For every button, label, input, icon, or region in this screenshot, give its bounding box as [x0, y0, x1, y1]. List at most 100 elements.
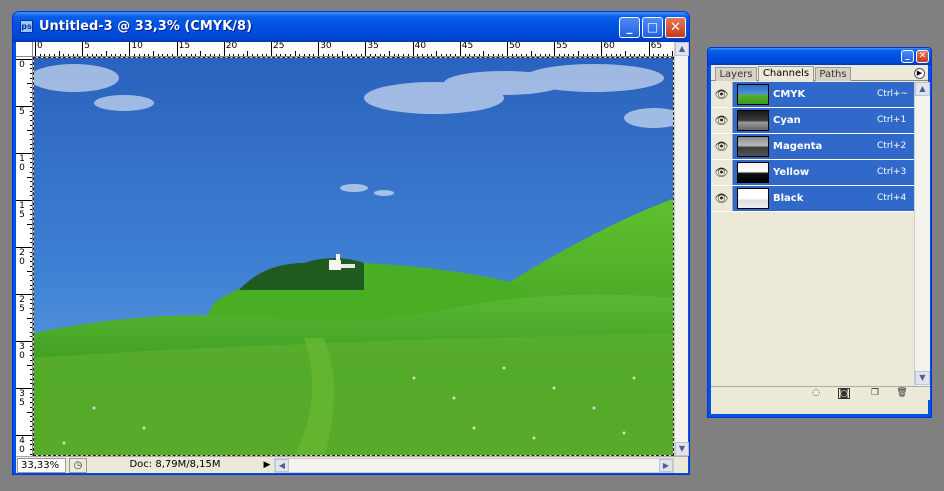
ruler-label: 5: [19, 107, 25, 117]
document-window[interactable]: ps Untitled-3 @ 33,3% (CMYK/8) _ □ ✕ 0 5 1…: [12, 11, 690, 475]
delete-channel-icon[interactable]: 🗑: [896, 388, 908, 399]
ruler-tick: [223, 42, 225, 56]
ruler-tick: [459, 42, 461, 56]
channel-name: Magenta: [773, 141, 823, 152]
ruler-label: 10: [131, 42, 143, 51]
channel-name: Black: [773, 193, 804, 204]
ruler-label: 65: [650, 42, 663, 51]
ruler-label: 20: [19, 248, 25, 267]
channels-palette[interactable]: _ ✕ Layers Channels Paths ▶ 👁 CMYK Ctrl+…: [707, 47, 932, 418]
scroll-up-icon[interactable]: ▲: [675, 42, 689, 56]
ruler-label: 40: [19, 436, 25, 455]
ruler-label: 15: [19, 201, 25, 220]
ruler-label: 25: [19, 295, 25, 314]
visibility-eye-icon[interactable]: 👁: [711, 186, 733, 211]
channel-shortcut: Ctrl+~: [877, 89, 909, 99]
ruler-tick: [648, 42, 650, 56]
status-options-icon[interactable]: ◷: [69, 458, 87, 473]
palette-title-bar[interactable]: _ ✕: [708, 48, 931, 65]
close-icon[interactable]: ✕: [665, 17, 686, 38]
scroll-right-icon[interactable]: ▶: [659, 459, 673, 472]
ruler-tick: [318, 42, 320, 56]
palette-tabs: Layers Channels Paths ▶: [711, 65, 928, 82]
status-menu-arrow-icon[interactable]: ▶: [262, 459, 272, 472]
tab-paths[interactable]: Paths: [815, 67, 851, 81]
tab-channels[interactable]: Channels: [758, 66, 814, 82]
image-canvas[interactable]: [33, 57, 674, 456]
document-title-bar[interactable]: ps Untitled-3 @ 33,3% (CMYK/8) _ □ ✕: [13, 12, 689, 42]
ruler-label: 25: [273, 42, 285, 51]
ruler-label: 45: [461, 42, 474, 51]
ruler-tick: [412, 42, 414, 56]
ruler-corner[interactable]: [16, 42, 33, 57]
channel-thumbnail: [737, 110, 769, 131]
visibility-eye-icon[interactable]: 👁: [711, 82, 733, 107]
channel-thumbnail: [737, 188, 769, 209]
document-title: Untitled-3 @ 33,3% (CMYK/8): [39, 19, 253, 34]
channel-shortcut: Ctrl+2: [877, 141, 907, 151]
doc-size-info: Doc: 8,79M/8,15M: [129, 459, 221, 470]
ruler-label: 0: [37, 42, 43, 51]
palette-body: Layers Channels Paths ▶ 👁 CMYK Ctrl+~ 👁 …: [711, 65, 930, 414]
ruler-tick: [271, 42, 272, 56]
channel-thumbnail: [737, 162, 769, 183]
scroll-left-icon[interactable]: ◀: [275, 459, 289, 472]
zoom-field[interactable]: 33,33%: [17, 458, 66, 473]
ruler-label: 55: [556, 42, 568, 51]
channel-row-cyan[interactable]: 👁 Cyan Ctrl+1: [711, 108, 914, 134]
ruler-label: 35: [367, 42, 379, 51]
ruler-label: 5: [84, 42, 90, 51]
minimize-icon[interactable]: _: [619, 17, 640, 38]
palette-menu-icon[interactable]: ▶: [914, 68, 925, 79]
palette-close-icon[interactable]: ✕: [916, 50, 929, 63]
channel-row-yellow[interactable]: 👁 Yellow Ctrl+3: [711, 160, 914, 186]
palette-vertical-scrollbar[interactable]: ▲ ▼: [914, 82, 930, 386]
vertical-ruler[interactable]: 0 5 10 15 20 25 30 35 40: [16, 57, 33, 456]
channel-name: Cyan: [773, 115, 801, 126]
channel-name: Yellow: [773, 167, 810, 178]
visibility-eye-icon[interactable]: 👁: [711, 108, 733, 133]
ruler-label: 40: [414, 42, 427, 51]
ruler-label: 15: [178, 42, 191, 51]
new-channel-icon[interactable]: ❐: [869, 388, 881, 399]
channel-list: 👁 CMYK Ctrl+~ 👁 Cyan Ctrl+1 👁 Magenta Ct…: [711, 82, 914, 386]
ruler-tick: [35, 42, 36, 56]
landscape-image: [34, 58, 673, 455]
channel-row-cmyk[interactable]: 👁 CMYK Ctrl+~: [711, 82, 914, 108]
photoshop-doc-icon: ps: [20, 20, 33, 33]
tab-layers[interactable]: Layers: [715, 67, 757, 81]
document-body: 0 5 10 15 20 25 30 35 40 45 50 55 60 65 0 5 10 15 20 25 30 3…: [16, 42, 689, 473]
ruler-tick: [554, 42, 556, 56]
save-selection-icon[interactable]: ◙: [838, 388, 850, 399]
visibility-eye-icon[interactable]: 👁: [711, 160, 733, 185]
horizontal-ruler[interactable]: 0 5 10 15 20 25 30 35 40 45 50 55 60 65: [33, 42, 674, 57]
ruler-label: 30: [19, 342, 25, 361]
palette-bottom-bar: ◌ ◙ ❐ 🗑: [711, 386, 930, 400]
ruler-label: 0: [19, 60, 25, 70]
ruler-label: 20: [225, 42, 238, 51]
ruler-tick: [365, 42, 367, 56]
ruler-label: 60: [603, 42, 615, 51]
palette-scroll-down-icon[interactable]: ▼: [915, 371, 930, 385]
channel-thumbnail: [737, 136, 769, 157]
status-bar: 33,33% ◷ Doc: 8,79M/8,15M ▶ ◀ ▶: [16, 456, 688, 473]
ruler-label: 35: [19, 389, 25, 408]
ruler-label: 10: [19, 154, 25, 173]
ruler-tick: [601, 42, 603, 56]
maximize-icon[interactable]: □: [642, 17, 663, 38]
ruler-tick: [176, 42, 178, 56]
palette-minimize-icon[interactable]: _: [901, 50, 914, 63]
channel-shortcut: Ctrl+1: [877, 115, 907, 125]
ruler-label: 30: [320, 42, 332, 51]
channel-row-magenta[interactable]: 👁 Magenta Ctrl+2: [711, 134, 914, 160]
horizontal-scrollbar[interactable]: ◀ ▶: [274, 458, 674, 473]
channel-shortcut: Ctrl+4: [877, 193, 907, 203]
ruler-tick: [129, 42, 131, 56]
palette-scroll-up-icon[interactable]: ▲: [915, 82, 930, 96]
vertical-scrollbar[interactable]: ▲ ▼: [674, 42, 689, 456]
visibility-eye-icon[interactable]: 👁: [711, 134, 733, 159]
channel-row-black[interactable]: 👁 Black Ctrl+4: [711, 186, 914, 212]
ruler-label: 50: [509, 42, 521, 51]
scroll-down-icon[interactable]: ▼: [675, 442, 689, 456]
load-selection-icon[interactable]: ◌: [810, 388, 822, 399]
